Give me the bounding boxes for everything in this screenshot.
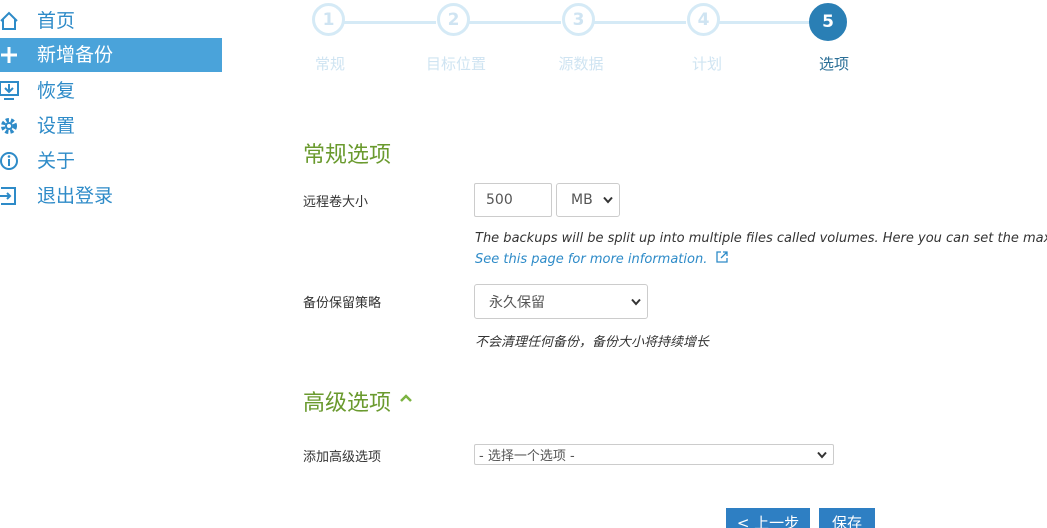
advanced-option-placeholder: - 选择一个选项 - [479,449,575,464]
sidebar-item-label: 关于 [37,150,76,172]
chevron-down-icon [631,298,641,306]
sidebar-item-home[interactable]: 首页 [0,4,222,38]
chevron-up-icon[interactable] [399,393,413,403]
step-4-circle[interactable]: 4 [687,3,720,36]
sidebar-item-about[interactable]: 关于 [0,144,222,178]
sidebar-item-label: 设置 [37,115,76,137]
step-2-label[interactable]: 目标位置 [406,53,506,74]
retention-label: 备份保留策略 [303,296,382,311]
save-button[interactable]: 保存 [819,508,875,528]
step-connector [594,21,686,24]
sidebar-item-label: 退出登录 [37,185,114,207]
volume-info-link-text[interactable]: See this page for more information. [475,252,707,267]
step-5-circle[interactable]: 5 [809,3,847,41]
app-root: 首页 新增备份 恢复 设置 关于 退出登录 1 2 3 4 5 常规 目标位置 … [0,0,1047,528]
step-2-circle[interactable]: 2 [437,3,470,36]
sidebar-item-settings[interactable]: 设置 [0,109,222,143]
sidebar-item-label: 新增备份 [37,44,114,66]
volume-info-link[interactable]: See this page for more information. [475,250,729,267]
sidebar-item-restore[interactable]: 恢复 [0,74,222,108]
sidebar-item-label: 恢复 [37,80,76,102]
sidebar-item-add-backup[interactable]: 新增备份 [0,38,222,72]
step-3-circle[interactable]: 3 [562,3,595,36]
advanced-options-heading[interactable]: 高级选项 [303,385,391,417]
volume-unit-select[interactable]: MB [556,183,620,217]
add-advanced-label: 添加高级选项 [303,450,382,465]
volume-size-label: 远程卷大小 [303,195,369,210]
gear-icon [0,114,20,138]
retention-select[interactable]: 永久保留 [474,284,648,319]
volume-size-input[interactable]: 500 [474,183,552,217]
plus-icon [0,43,20,67]
step-4-label[interactable]: 计划 [657,53,757,74]
step-connector [719,21,811,24]
volume-unit-value: MB [571,192,593,208]
external-link-icon [716,251,729,263]
previous-step-button[interactable]: < 上一步 [726,508,810,528]
general-options-heading: 常规选项 [303,143,392,168]
retention-value: 永久保留 [489,294,545,311]
step-5-label[interactable]: 选项 [784,53,884,74]
volume-size-help: The backups will be split up into multip… [475,231,1047,246]
retention-help: 不会清理任何备份，备份大小将持续增长 [475,335,710,350]
chevron-down-icon [817,451,827,459]
step-connector [344,21,436,24]
sidebar-item-logout[interactable]: 退出登录 [0,179,222,213]
advanced-option-select[interactable]: - 选择一个选项 - [474,444,834,465]
restore-icon [0,79,20,103]
step-3-label[interactable]: 源数据 [531,53,631,74]
chevron-down-icon [603,196,613,204]
step-1-label[interactable]: 常规 [280,53,380,74]
home-icon [0,9,20,33]
logout-icon [0,184,20,208]
step-connector [469,21,561,24]
sidebar-item-label: 首页 [37,10,76,32]
info-icon [0,149,20,173]
step-1-circle[interactable]: 1 [312,3,345,36]
